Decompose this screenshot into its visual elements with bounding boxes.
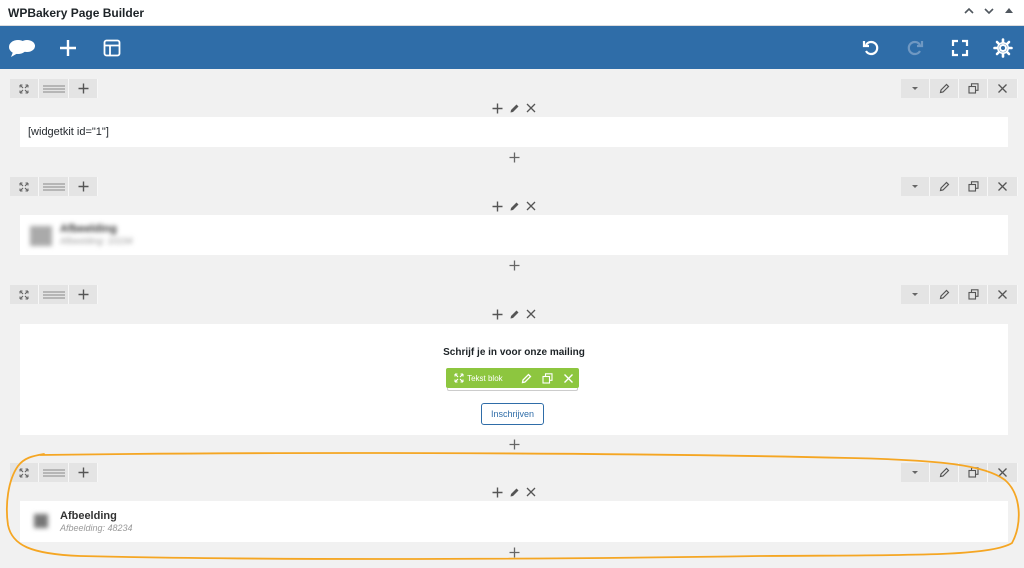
row-move-icon[interactable] <box>10 79 39 98</box>
element-box[interactable]: Schrijf je in voor onze mailing Tekst bl… <box>20 324 1008 435</box>
row-toggle-icon[interactable] <box>901 79 930 98</box>
add-icon[interactable] <box>48 26 88 69</box>
column-edit-icon[interactable] <box>508 102 521 115</box>
column-edit-icon[interactable] <box>508 308 521 321</box>
row-2: Afbeelding Afbeelding: 10194 <box>10 177 1018 276</box>
undo-icon[interactable] <box>851 26 891 69</box>
row-delete-icon[interactable] <box>988 285 1018 304</box>
text-block-label: Tekst blok <box>467 373 503 383</box>
settings-icon[interactable] <box>983 26 1023 69</box>
column-delete-icon[interactable] <box>525 200 538 213</box>
column-controls <box>20 484 1008 500</box>
element-subtitle: Afbeelding: 10194 <box>60 236 133 246</box>
row-move-icon[interactable] <box>10 463 39 482</box>
element-title: Afbeelding <box>60 510 117 522</box>
row-delete-icon[interactable] <box>988 79 1018 98</box>
row-move-icon[interactable] <box>10 177 39 196</box>
column-controls <box>20 100 1008 116</box>
column-add-icon[interactable] <box>491 308 504 321</box>
redo-icon <box>895 26 935 69</box>
templates-icon[interactable] <box>92 26 132 69</box>
row-toggle-icon[interactable] <box>901 285 930 304</box>
row-layout-icon[interactable] <box>39 177 69 196</box>
builder-toolbar <box>0 26 1024 69</box>
mailing-heading: Schrijf je in voor onze mailing <box>443 347 585 358</box>
add-element-icon[interactable] <box>20 257 1008 273</box>
row-add-column-icon[interactable] <box>69 177 98 196</box>
element-box[interactable]: Afbeelding Afbeelding: 10194 <box>20 215 1008 255</box>
logo-icon[interactable] <box>2 26 42 69</box>
element-move-icon[interactable] <box>450 373 467 383</box>
row-3: Schrijf je in voor onze mailing Tekst bl… <box>10 285 1018 454</box>
row-4: Afbeelding Afbeelding: 48234 <box>10 463 1018 568</box>
row-edit-icon[interactable] <box>930 177 959 196</box>
row-move-icon[interactable] <box>10 285 39 304</box>
row-clone-icon[interactable] <box>959 79 988 98</box>
chevron-down-icon[interactable] <box>982 4 996 18</box>
element-subtitle: Afbeelding: 48234 <box>60 523 133 533</box>
row-add-column-icon[interactable] <box>69 463 98 482</box>
row-clone-icon[interactable] <box>959 463 988 482</box>
row-layout-icon[interactable] <box>39 285 69 304</box>
fullscreen-icon[interactable] <box>940 26 980 69</box>
chevron-up-icon[interactable] <box>962 4 976 18</box>
column-delete-icon[interactable] <box>525 486 538 499</box>
add-element-icon[interactable] <box>20 544 1008 560</box>
row-clone-icon[interactable] <box>959 285 988 304</box>
element-box[interactable]: [widgetkit id="1"] <box>20 117 1008 147</box>
add-element-icon[interactable] <box>20 436 1008 452</box>
element-edit-icon[interactable] <box>516 373 537 384</box>
row-1: [widgetkit id="1"] <box>10 79 1018 167</box>
column-add-icon[interactable] <box>491 102 504 115</box>
row-toggle-icon[interactable] <box>901 463 930 482</box>
column-add-icon[interactable] <box>491 200 504 213</box>
column-delete-icon[interactable] <box>525 308 538 321</box>
image-thumbnail <box>30 226 52 246</box>
element-box[interactable]: Afbeelding Afbeelding: 48234 <box>20 501 1008 542</box>
row-add-column-icon[interactable] <box>69 285 98 304</box>
element-clone-icon[interactable] <box>537 372 558 384</box>
row-edit-icon[interactable] <box>930 285 959 304</box>
column-edit-icon[interactable] <box>508 200 521 213</box>
image-thumbnail <box>34 514 48 528</box>
row-toggle-icon[interactable] <box>901 177 930 196</box>
window-titlebar: WPBakery Page Builder <box>0 0 1024 26</box>
row-edit-icon[interactable] <box>930 463 959 482</box>
row-delete-icon[interactable] <box>988 177 1018 196</box>
add-element-icon[interactable] <box>20 149 1008 165</box>
row-layout-icon[interactable] <box>39 463 69 482</box>
row-layout-icon[interactable] <box>39 79 69 98</box>
column-controls <box>20 306 1008 322</box>
row-add-column-icon[interactable] <box>69 79 98 98</box>
column-controls <box>20 198 1008 214</box>
column-add-icon[interactable] <box>491 486 504 499</box>
column-edit-icon[interactable] <box>508 486 521 499</box>
subscribe-button[interactable]: Inschrijven <box>481 403 544 425</box>
element-title: Afbeelding <box>60 223 117 235</box>
window-title: WPBakery Page Builder <box>8 6 145 20</box>
row-delete-icon[interactable] <box>988 463 1018 482</box>
row-clone-icon[interactable] <box>959 177 988 196</box>
element-delete-icon[interactable] <box>558 373 579 384</box>
caret-up-icon[interactable] <box>1002 4 1016 18</box>
row-edit-icon[interactable] <box>930 79 959 98</box>
column-delete-icon[interactable] <box>525 102 538 115</box>
text-block-controls[interactable]: Tekst blok <box>446 368 579 388</box>
shortcode-text: [widgetkit id="1"] <box>28 126 109 138</box>
